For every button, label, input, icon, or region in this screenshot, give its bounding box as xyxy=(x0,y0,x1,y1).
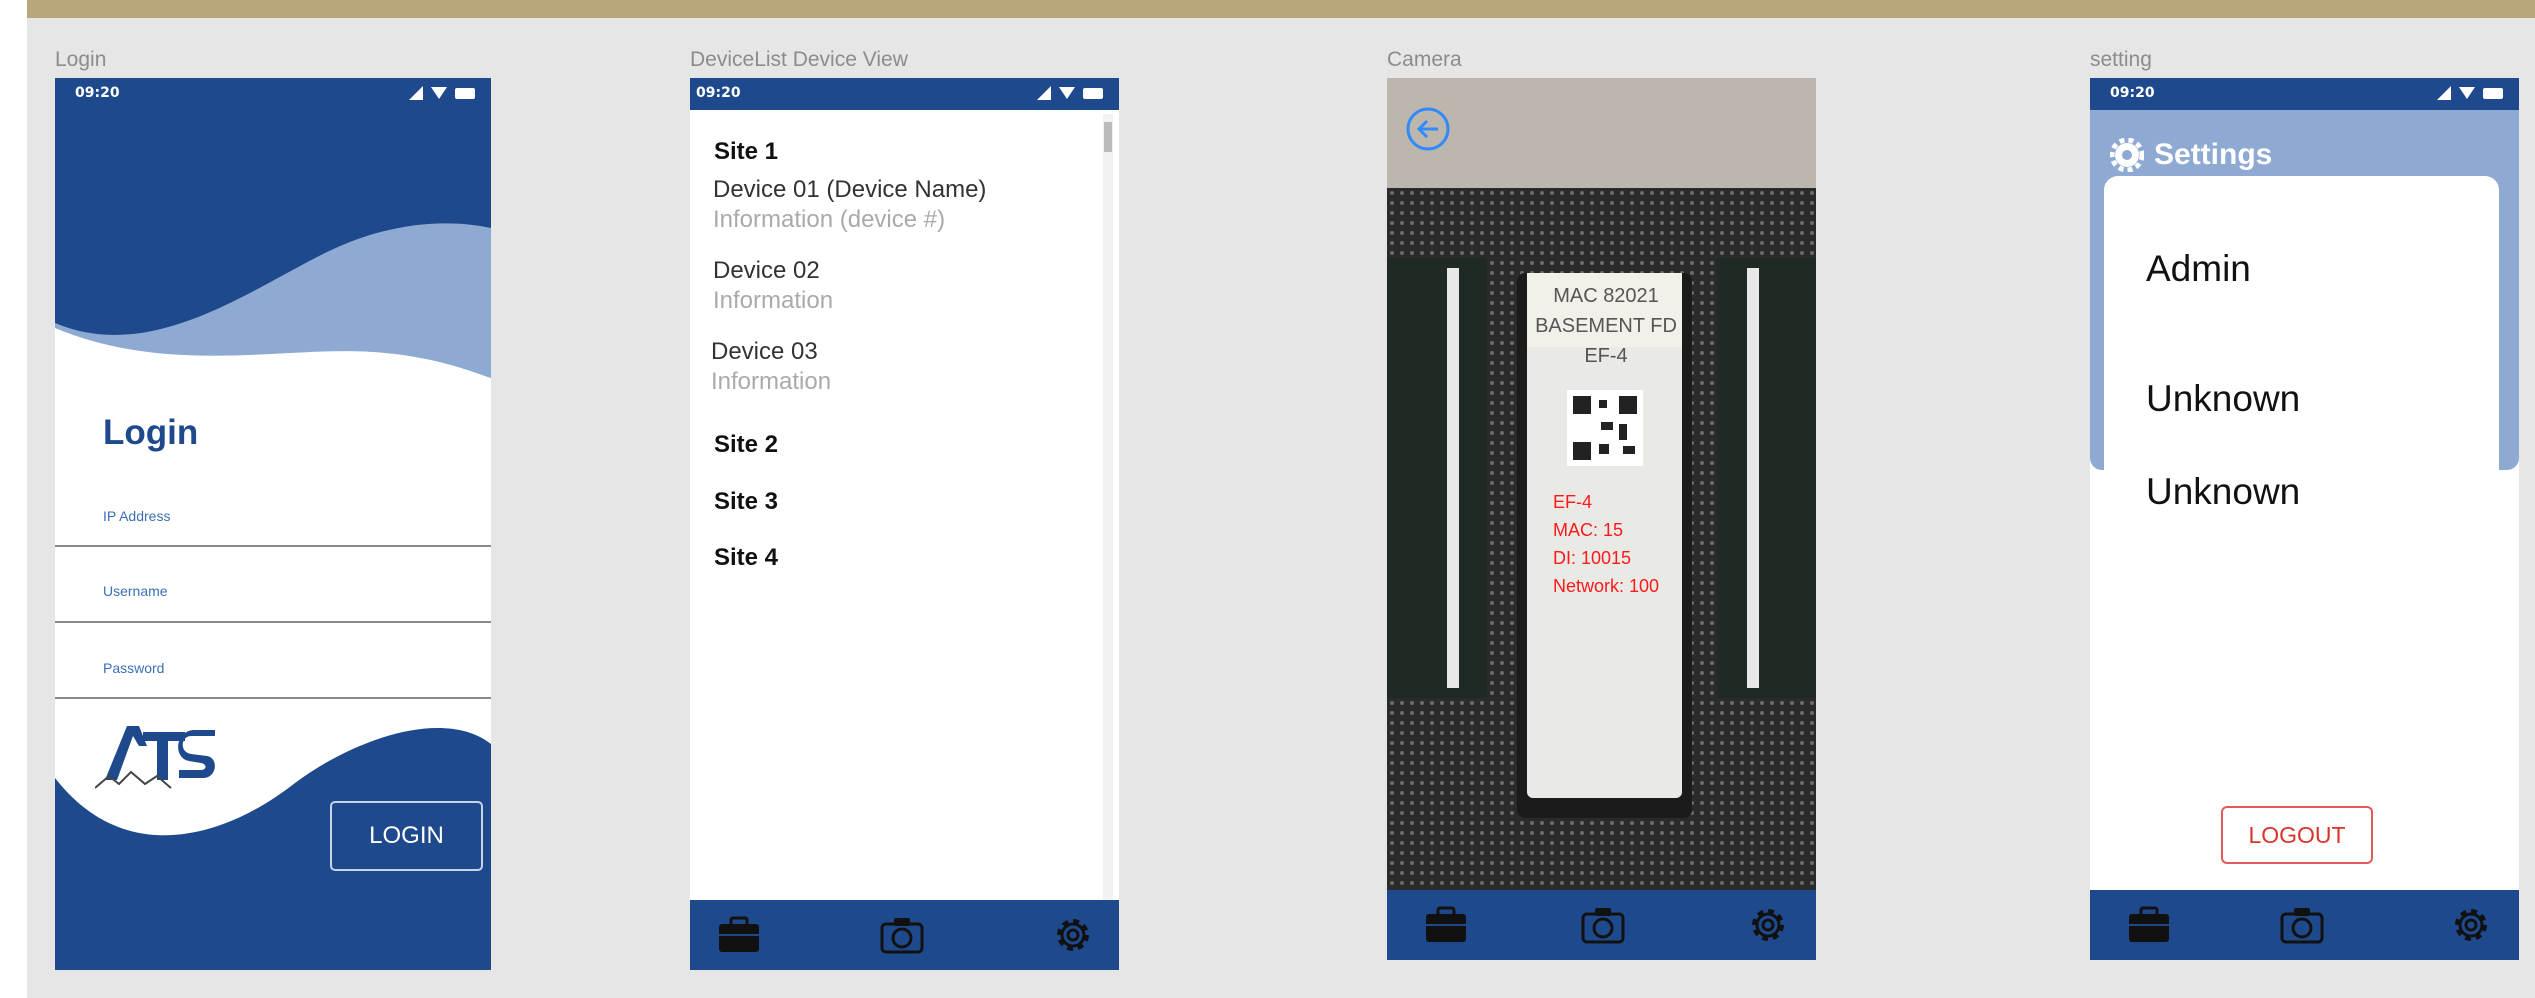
scrollbar[interactable] xyxy=(1103,114,1113,910)
battery-icon xyxy=(455,87,475,99)
device-label: MAC 82021 BASEMENT FD EF-4 xyxy=(1532,281,1680,371)
briefcase-icon[interactable] xyxy=(1423,904,1469,946)
camera-screen: MAC 82021 BASEMENT FD EF-4 EF-4 MAC: 15 … xyxy=(1387,78,1816,960)
username-underline xyxy=(55,621,491,623)
scrollbar-thumb[interactable] xyxy=(1104,122,1112,152)
battery-icon xyxy=(1083,87,1103,99)
overlay-line-4: Network: 100 xyxy=(1553,576,1660,596)
overlay-line-1: EF-4 xyxy=(1553,492,1593,512)
gear-icon[interactable] xyxy=(1745,904,1791,946)
frame-label-devicelist: DeviceList Device View xyxy=(690,48,908,71)
wifi-icon xyxy=(2459,87,2475,99)
back-icon[interactable] xyxy=(1405,106,1451,152)
device-02-info: Information xyxy=(713,287,834,314)
device-01-name[interactable]: Device 01 (Device Name) xyxy=(713,176,986,204)
site-3-header[interactable]: Site 3 xyxy=(714,488,778,516)
wifi-icon xyxy=(431,87,447,99)
password-underline xyxy=(55,697,491,699)
signal-icon xyxy=(1037,86,1051,100)
settings-item-unknown-1[interactable]: Unknown xyxy=(2146,378,2300,420)
camera-icon[interactable] xyxy=(879,914,925,956)
settings-card: Admin Unknown Unknown xyxy=(2104,176,2499,916)
device-label-line-3: EF-4 xyxy=(1584,345,1628,367)
site-1-header[interactable]: Site 1 xyxy=(714,138,778,166)
signal-icon xyxy=(409,86,423,100)
bottom-nav xyxy=(2090,890,2519,960)
device-label-line-1: MAC 82021 xyxy=(1553,285,1659,307)
device-label-line-2: BASEMENT FD xyxy=(1535,315,1677,337)
password-field[interactable]: Password xyxy=(103,660,164,676)
device-01-info: Information (device #) xyxy=(713,206,946,233)
site-2-header[interactable]: Site 2 xyxy=(714,431,778,459)
frame-label-setting: setting xyxy=(2090,48,2152,71)
frame-label-login: Login xyxy=(55,48,107,71)
status-bar: 09:20 xyxy=(690,78,1119,110)
devicelist-screen: 09:20 Site 1 Device 01 (Device Name) Inf… xyxy=(690,78,1119,970)
username-field[interactable]: Username xyxy=(103,583,168,599)
wifi-icon xyxy=(1059,87,1075,99)
signal-icon xyxy=(2437,86,2451,100)
settings-title-row: Settings xyxy=(2110,138,2272,172)
bottom-nav xyxy=(690,900,1119,970)
briefcase-icon[interactable] xyxy=(716,914,762,956)
overlay-line-3: DI: 10015 xyxy=(1553,548,1632,568)
login-button[interactable]: LOGIN xyxy=(330,801,483,871)
bottom-nav xyxy=(1387,890,1816,960)
ip-address-underline xyxy=(55,545,491,547)
login-title: Login xyxy=(103,413,199,452)
device-03-name[interactable]: Device 03 xyxy=(711,338,818,366)
status-time: 09:20 xyxy=(75,85,120,101)
top-bar xyxy=(27,0,2535,18)
gear-icon[interactable] xyxy=(2448,904,2494,946)
settings-item-admin[interactable]: Admin xyxy=(2146,248,2251,290)
settings-title: Settings xyxy=(2154,138,2273,171)
scan-result-overlay: EF-4 MAC: 15 DI: 10015 Network: 100 xyxy=(1553,488,1659,600)
login-screen: 09:20 Login IP Address Username Password… xyxy=(55,78,491,970)
device-02-name[interactable]: Device 02 xyxy=(713,257,820,285)
settings-item-unknown-2[interactable]: Unknown xyxy=(2146,471,2300,513)
status-time: 09:20 xyxy=(696,85,741,101)
overlay-line-2: MAC: 15 xyxy=(1553,520,1624,540)
settings-screen: 09:20 Settings Admin Unknown Unknown LOG… xyxy=(2090,78,2519,960)
settings-gear-icon xyxy=(2110,138,2144,172)
camera-icon[interactable] xyxy=(1580,904,1626,946)
site-4-header[interactable]: Site 4 xyxy=(714,544,778,572)
frame-label-camera: Camera xyxy=(1387,48,1462,71)
device-03-info: Information xyxy=(711,368,832,395)
camera-icon[interactable] xyxy=(2279,904,2325,946)
ats-logo xyxy=(95,726,215,789)
battery-icon xyxy=(2483,87,2503,99)
camera-viewfinder xyxy=(1387,78,1816,890)
status-bar: 09:20 xyxy=(2090,78,2519,110)
gear-icon[interactable] xyxy=(1050,914,1096,956)
ip-address-field[interactable]: IP Address xyxy=(103,508,170,524)
status-time: 09:20 xyxy=(2110,85,2155,101)
status-bar: 09:20 xyxy=(55,78,491,110)
logout-button[interactable]: LOGOUT xyxy=(2221,806,2373,864)
briefcase-icon[interactable] xyxy=(2126,904,2172,946)
